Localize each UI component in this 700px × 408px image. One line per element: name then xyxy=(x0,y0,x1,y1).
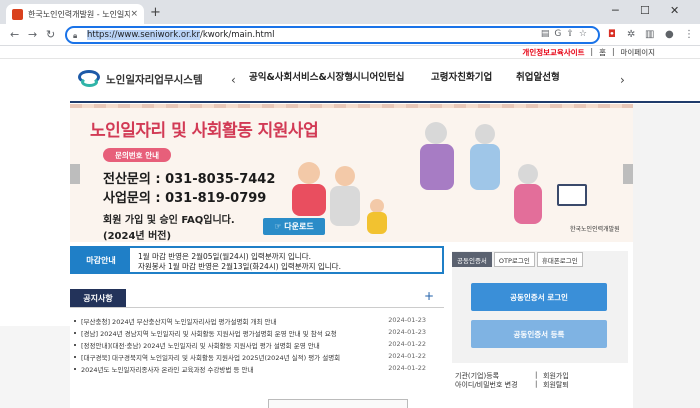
header-divider xyxy=(0,58,700,59)
notice-more-icon[interactable]: + xyxy=(424,289,434,303)
nav-item-public[interactable]: 공익&사회서비스&시장형 xyxy=(249,69,353,83)
child-body-icon xyxy=(367,212,387,234)
url-path: /kwork/main.html xyxy=(199,30,275,40)
download-button[interactable]: ☞ 다운로드 xyxy=(263,218,325,235)
separator: | xyxy=(590,47,594,56)
lock-icon: 🔒︎ xyxy=(73,30,78,40)
nav-item-job-placement[interactable]: 취업알선형 xyxy=(516,69,560,83)
separator: | xyxy=(535,380,538,388)
maximize-icon[interactable]: ☐ xyxy=(640,4,650,17)
main-banner[interactable]: 노인일자리 및 사회활동 지원사업 문의번호 안내 전산문의 : 031-803… xyxy=(70,104,633,242)
elder3-body-icon xyxy=(420,144,454,190)
home-link[interactable]: 홈 xyxy=(599,47,606,58)
cert-login-button[interactable]: 공동인증서 로그인 xyxy=(471,283,607,311)
elder5-body-icon xyxy=(514,184,542,224)
banner-prev-button[interactable] xyxy=(70,164,80,184)
nav-prev-icon[interactable]: ‹ xyxy=(231,73,236,87)
bottom-tab-button[interactable] xyxy=(268,399,408,408)
nav-item-senior-intern[interactable]: 시니어인턴십 xyxy=(352,69,404,83)
list-item[interactable]: 2024년도 노인일자리종사자 온라인 교육과정 수강방법 등 안내 2024-0… xyxy=(74,364,426,375)
elder2-illustration-icon xyxy=(335,166,355,186)
mypage-link[interactable]: 마이페이지 xyxy=(621,47,656,58)
banner-stripe xyxy=(70,104,633,108)
window-close-icon[interactable]: ✕ xyxy=(670,4,679,17)
id-pw-change-link[interactable]: 아이디/비밀번호 변경 xyxy=(455,380,518,390)
notice-header: 공지사항 + xyxy=(70,289,444,307)
list-item[interactable]: [경남] 2024년 경남지역 노인일자리 및 사회활동 지원사업 평가설명회 … xyxy=(74,328,426,339)
left-gutter xyxy=(0,326,70,408)
utility-links: 개인정보교육사이트 | 홈 | 마이페이지 xyxy=(522,47,655,58)
separator: | xyxy=(535,371,538,379)
tab-close-icon[interactable]: × xyxy=(130,9,138,19)
deadline-label: 마감안내 xyxy=(72,248,130,272)
privacy-link[interactable]: 개인정보교육사이트 xyxy=(522,47,584,58)
tab-otp-login[interactable]: OTP로그인 xyxy=(493,252,535,267)
banner-next-button[interactable] xyxy=(623,164,633,184)
login-tabs: 공동인증서 OTP로그인 휴대폰로그인 xyxy=(452,252,628,267)
child-illustration-icon xyxy=(370,199,384,213)
tab-title: 한국노인인력개발원 - 노인일자 xyxy=(28,9,131,19)
business-contact: 사업문의 : 031-819-0799 xyxy=(103,191,267,206)
it-contact: 전산문의 : 031-8035-7442 xyxy=(103,172,276,187)
list-item[interactable]: [대구경북] 대구경북지역 노인일자리 및 사회활동 지원사업 2025년(20… xyxy=(74,352,426,363)
elder5-illustration-icon xyxy=(518,164,538,184)
browser-toolbar: ← → ↻ 🔒︎ https://www.seniwork.or.kr/kwor… xyxy=(0,24,700,46)
forward-icon[interactable]: → xyxy=(28,28,37,41)
withdraw-link[interactable]: 회원탈퇴 xyxy=(543,380,569,390)
elder4-illustration-icon xyxy=(475,124,495,144)
profile-icon[interactable]: ● xyxy=(665,29,674,40)
cert-register-button[interactable]: 공동인증서 등록 xyxy=(471,320,607,348)
elder4-body-icon xyxy=(470,144,500,190)
browser-tab[interactable]: 한국노인인력개발원 - 노인일자 × xyxy=(6,4,144,24)
tab-phone-login[interactable]: 휴대폰로그인 xyxy=(536,252,583,267)
notice-divider xyxy=(70,307,444,308)
omnibox-actions-icon[interactable]: ▤G⇪☆ xyxy=(541,29,592,39)
elder2-body-icon xyxy=(330,186,360,226)
extension-icon[interactable]: ◘ xyxy=(608,29,616,40)
url-host: https://www.seniwork.or.kr xyxy=(87,30,200,40)
faq-text: 회원 가입 및 승인 FAQ입니다. xyxy=(103,215,235,226)
address-bar[interactable]: 🔒︎ https://www.seniwork.or.kr/kwork/main… xyxy=(65,26,600,44)
back-icon[interactable]: ← xyxy=(10,28,19,41)
logo-mark-icon xyxy=(78,70,100,88)
minimize-icon[interactable]: ─ xyxy=(612,4,619,17)
contact-pill: 문의번호 안내 xyxy=(103,148,171,162)
logo-text: 노인일자리업무시스템 xyxy=(106,73,203,86)
version-text: (2024년 버전) xyxy=(103,231,172,242)
computer-icon xyxy=(557,184,587,206)
new-tab-button[interactable]: + xyxy=(150,5,161,20)
site-favicon-icon xyxy=(12,8,23,20)
list-item[interactable]: [부산충청] 2024년 부산충산지역 노인일자리사업 평가설명회 개최 안내 2… xyxy=(74,316,426,327)
elder-body-icon xyxy=(292,184,326,216)
elder3-illustration-icon xyxy=(425,122,447,144)
list-item[interactable]: [정정안내](대전·충남) 2024년 노인일자리 및 사회활동 지원사업 평가… xyxy=(74,340,426,351)
url-text: https://www.seniwork.or.kr/kwork/main.ht… xyxy=(87,30,275,40)
right-gutter xyxy=(633,104,700,408)
nav-underline xyxy=(70,101,700,103)
reload-icon[interactable]: ↻ xyxy=(46,28,55,41)
elder-illustration-icon xyxy=(298,162,320,184)
banner-org-label: 한국노인인력개발원 xyxy=(570,226,620,233)
nav-next-icon[interactable]: › xyxy=(620,73,625,87)
browser-tab-strip: 한국노인인력개발원 - 노인일자 × + ─ ☐ ✕ xyxy=(0,0,700,24)
menu-icon[interactable]: ⋮ xyxy=(684,29,694,40)
separator: | xyxy=(611,47,615,56)
nav-item-elder-friendly[interactable]: 고령자친화기업 xyxy=(431,69,492,83)
deadline-notice: 마감안내 1월 마감 반영은 2월05일(월24시) 입력분까지 입니다. 자원… xyxy=(70,246,444,274)
deadline-line2: 자원봉사 1월 마감 반영은 2월13일(화24시) 입력분까지 입니다. xyxy=(138,262,341,271)
notice-title[interactable]: 공지사항 xyxy=(70,289,126,307)
sidepanel-icon[interactable]: ▥ xyxy=(645,29,654,40)
puzzle-icon[interactable]: ✲ xyxy=(627,29,635,40)
banner-title: 노인일자리 및 사회활동 지원사업 xyxy=(90,121,319,141)
web-page: 개인정보교육사이트 | 홈 | 마이페이지 노인일자리업무시스템 ‹ 공익&사회… xyxy=(0,46,700,408)
site-logo[interactable]: 노인일자리업무시스템 xyxy=(78,70,203,88)
tab-cert-login[interactable]: 공동인증서 xyxy=(452,252,492,267)
